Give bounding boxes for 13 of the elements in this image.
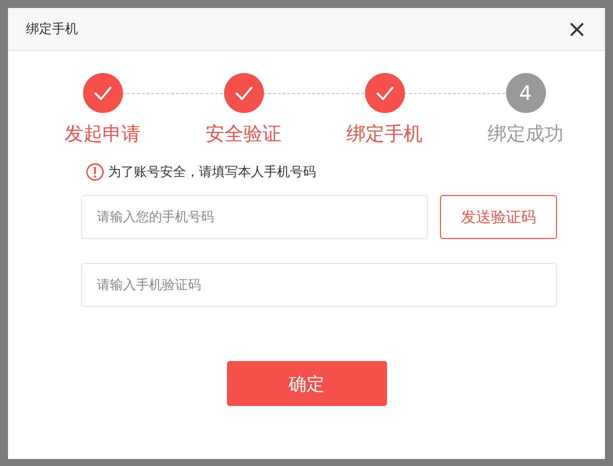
step-number: 4	[506, 73, 546, 113]
step-label: 发起申请	[64, 122, 140, 147]
notice-text: 为了账号安全，请填写本人手机号码	[108, 164, 316, 181]
step-label: 绑定成功	[488, 122, 564, 147]
step-label: 绑定手机	[346, 122, 422, 147]
phone-input-field[interactable]: 请输入您的手机号码	[81, 195, 428, 239]
step-label: 安全验证	[206, 122, 282, 147]
close-button[interactable]: ×	[562, 17, 591, 41]
code-input-field[interactable]: 请输入手机验证码	[81, 263, 557, 307]
send-code-button[interactable]: 发送验证码	[440, 195, 557, 239]
dialog-title: 绑定手机	[26, 21, 78, 38]
confirm-button[interactable]: 确定	[226, 361, 386, 406]
warning-icon	[86, 163, 104, 181]
